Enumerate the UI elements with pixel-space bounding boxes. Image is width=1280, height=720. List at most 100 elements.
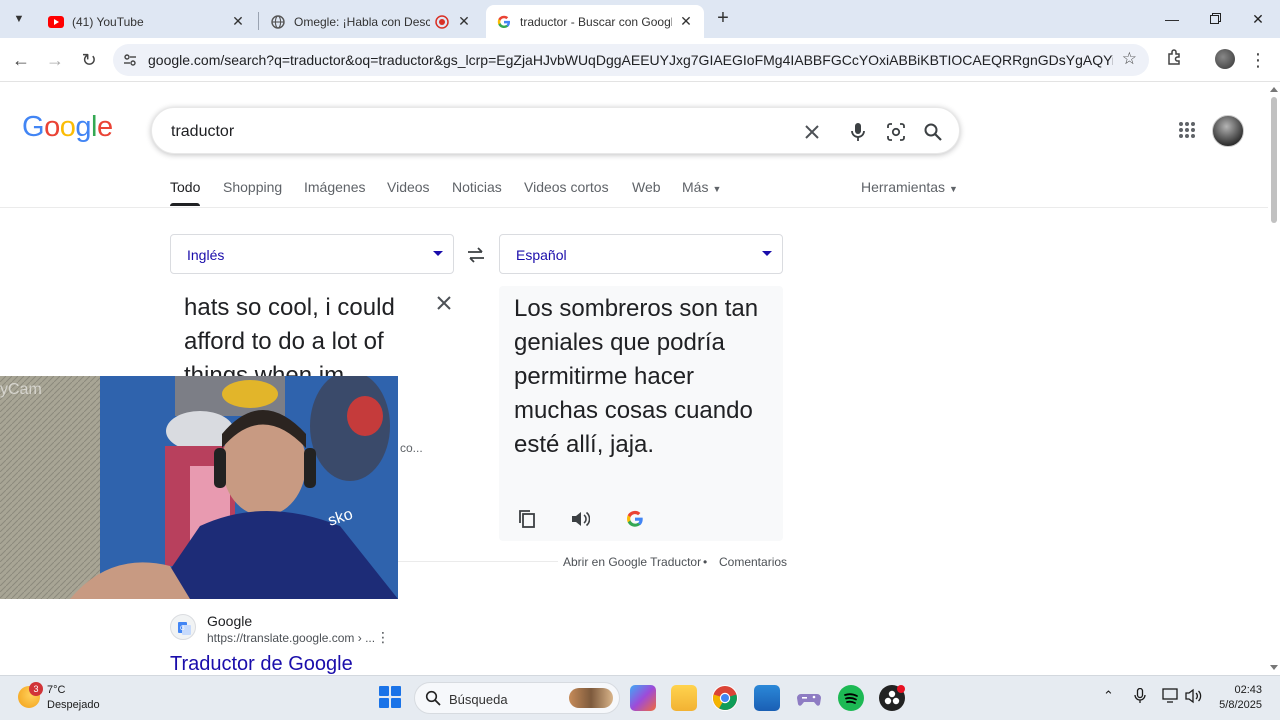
game-controller-icon[interactable] [796,685,822,711]
translate-favicon: G [170,614,196,640]
volume-icon[interactable] [1185,688,1203,707]
close-window-icon[interactable]: ✕ [1243,8,1273,30]
copy-icon[interactable] [516,508,538,530]
obs-icon[interactable] [879,685,905,711]
google-account-avatar[interactable] [1212,115,1244,147]
tab-search-icon[interactable]: ▼ [8,8,30,30]
close-tab-icon[interactable]: ✕ [456,13,472,30]
target-language-select[interactable]: Español [499,234,783,274]
back-icon[interactable]: ← [9,48,33,72]
bookmark-star-icon[interactable]: ☆ [1122,49,1137,69]
copilot-icon[interactable] [630,685,656,711]
footer-separator: • [703,555,708,569]
search-box[interactable]: traductor [151,107,960,154]
scroll-down-icon[interactable] [1270,665,1278,670]
new-tab-icon[interactable]: + [712,8,734,30]
lens-camera-icon[interactable] [884,120,908,144]
search-input[interactable]: traductor [171,123,234,141]
tools-button[interactable]: Herramientas ▼ [861,179,958,195]
taskbar-search[interactable]: Búsqueda [414,682,620,714]
windows-start-icon[interactable] [379,686,401,708]
source-language-select[interactable]: Inglés [170,234,454,274]
close-tab-icon[interactable]: ✕ [678,13,694,30]
tab-videos[interactable]: Videos [387,179,430,195]
weather-condition[interactable]: Despejado [47,699,100,711]
minimize-icon[interactable]: — [1157,8,1187,30]
speaker-icon[interactable] [569,508,591,530]
file-explorer-icon[interactable] [671,685,697,711]
logo-letter: G [22,111,45,143]
tab-imagenes[interactable]: Imágenes [304,179,365,195]
google-logo[interactable]: Google [22,111,113,144]
weather-badge: 3 [29,682,43,696]
clock-time: 02:43 [1234,684,1262,696]
reload-icon[interactable]: ↻ [77,48,101,72]
feedback-link[interactable]: Comentarios [719,555,787,569]
more-menu-icon[interactable]: ⋮ [1246,48,1270,72]
tab-google-search[interactable]: traductor - Buscar con Google ✕ [486,5,704,38]
tab-title: (41) YouTube [72,14,144,29]
network-icon[interactable] [1162,688,1180,707]
webcam-image: sko [0,376,398,599]
swap-languages-icon[interactable] [466,246,486,264]
logo-letter: g [75,111,91,143]
tab-videos-cortos[interactable]: Videos cortos [524,179,609,195]
logo-letter: o [59,111,76,143]
result-title-link[interactable]: Traductor de Google [170,653,353,675]
search-icon [425,690,441,706]
store-icon[interactable] [754,685,780,711]
tab-youtube[interactable]: (41) YouTube ✕ [38,5,256,38]
microphone-icon[interactable] [846,120,870,144]
webcam-overlay: sko yCam [0,376,398,599]
show-hidden-icons-icon[interactable]: ⌃ [1103,688,1114,704]
tab-mas[interactable]: Más ▼ [682,179,721,195]
open-google-translate-link[interactable]: Abrir en Google Traductor [563,555,701,569]
dropdown-arrow-icon [433,251,443,256]
tab-mas-label: Más [682,179,709,195]
restore-icon[interactable] [1200,8,1230,30]
microphone-tray-icon[interactable] [1134,687,1146,707]
address-bar[interactable]: google.com/search?q=traductor&oq=traduct… [113,44,1149,76]
google-icon [496,14,512,30]
spotify-icon[interactable] [838,685,864,711]
clock-date: 5/8/2025 [1219,699,1262,711]
browser-profile-avatar[interactable] [1215,49,1235,69]
tab-omegle[interactable]: Omegle: ¡Habla con Descon ✕ [260,5,482,38]
tab-noticias[interactable]: Noticias [452,179,502,195]
close-tab-icon[interactable]: ✕ [230,13,246,30]
google-apps-icon[interactable] [1178,121,1196,139]
page-scrollbar[interactable] [1268,83,1280,675]
webcam-caption: yCam [0,381,42,398]
result-site-name[interactable]: Google [207,613,252,629]
translation-text: Los sombreros son tan geniales que podrí… [514,295,759,458]
youtube-icon [48,14,64,30]
tab-separator [258,12,259,30]
scrollbar-thumb[interactable] [1271,97,1277,223]
tools-label: Herramientas [861,179,946,195]
browser-toolbar: ← → ↻ google.com/search?q=traductor&oq=t… [0,38,1280,82]
site-info-icon[interactable] [122,52,138,68]
target-language-label: Español [516,247,567,263]
translation-output: Los sombreros son tan geniales que podrí… [499,286,783,541]
tab-web[interactable]: Web [632,179,661,195]
result-url[interactable]: https://translate.google.com › ... [207,631,375,645]
caret-down-icon: ▼ [949,184,958,194]
forward-icon[interactable]: → [43,48,67,72]
recording-icon [434,14,450,30]
google-g-icon[interactable] [624,508,646,530]
search-icon[interactable] [921,120,945,144]
chrome-icon[interactable] [712,685,738,711]
url-text[interactable]: google.com/search?q=traductor&oq=traduct… [148,52,1113,68]
search-nav-tabs: Todo Shopping Imágenes Videos Noticias V… [0,175,1268,208]
extensions-icon[interactable] [1163,48,1187,72]
weather-temperature[interactable]: 7°C [47,684,65,696]
system-clock[interactable]: 02:43 5/8/2025 [1216,683,1262,713]
tab-shopping[interactable]: Shopping [223,179,282,195]
result-options-icon[interactable]: ⋮ [376,629,390,646]
search-highlight-image [569,688,613,708]
clear-source-icon[interactable] [436,295,454,313]
clear-search-icon[interactable] [800,120,824,144]
tab-todo[interactable]: Todo [170,179,201,206]
caret-down-icon: ▼ [712,184,722,194]
scroll-up-icon[interactable] [1270,87,1278,92]
